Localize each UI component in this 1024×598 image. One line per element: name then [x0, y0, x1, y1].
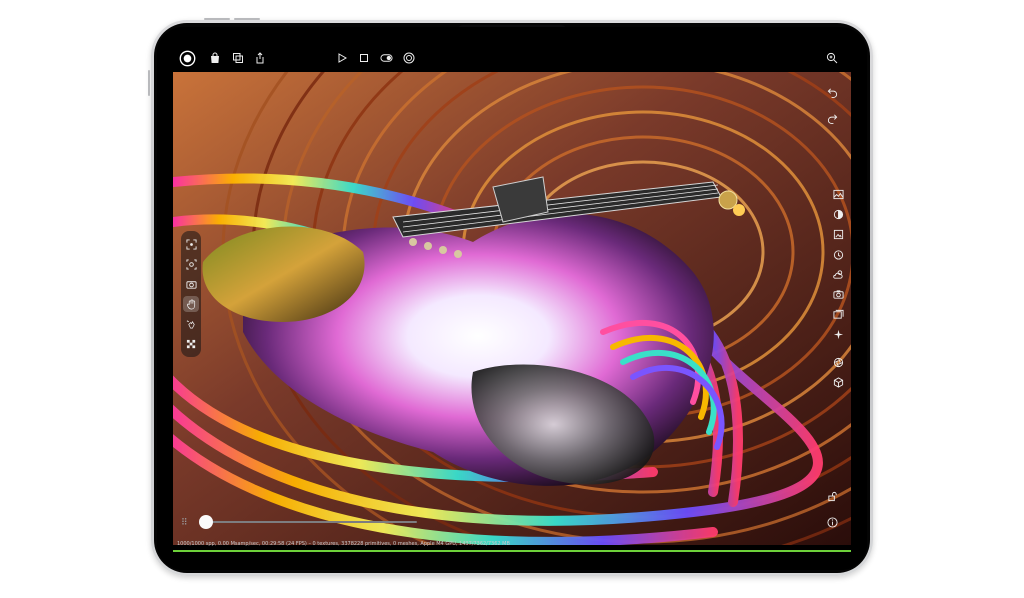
- target-icon[interactable]: [401, 50, 417, 66]
- screen: ⠿ 1000/1000 spp, 0.00 Msamp/sec, 00:29:5…: [157, 27, 867, 570]
- render-viewport[interactable]: [173, 72, 851, 545]
- cube-icon[interactable]: [830, 374, 846, 390]
- image-icon[interactable]: [830, 186, 846, 202]
- timeline-scrubber[interactable]: ⠿: [181, 514, 421, 530]
- toggle-icon[interactable]: [378, 50, 394, 66]
- frame-select-icon[interactable]: [183, 236, 199, 252]
- volume-button: [234, 18, 260, 20]
- focus-icon[interactable]: [183, 256, 199, 272]
- play-icon[interactable]: [334, 50, 350, 66]
- info-icon[interactable]: [824, 514, 840, 530]
- volume-button: [204, 18, 230, 20]
- stop-icon[interactable]: [356, 50, 372, 66]
- rendered-violin-artwork: [173, 72, 851, 545]
- record-button-icon[interactable]: [178, 49, 196, 67]
- power-button: [148, 70, 150, 96]
- zoom-icon[interactable]: [824, 50, 840, 66]
- right-tool-rail: [829, 184, 847, 392]
- left-tool-rail: [181, 231, 201, 357]
- timeline-knob[interactable]: [199, 515, 213, 529]
- timer-icon[interactable]: [830, 246, 846, 262]
- weather-icon[interactable]: [830, 266, 846, 282]
- bag-icon[interactable]: [207, 50, 223, 66]
- bottom-right-rail: [823, 486, 841, 532]
- gallery-icon[interactable]: [830, 306, 846, 322]
- sparkle-icon[interactable]: [830, 326, 846, 342]
- timeline-track[interactable]: [207, 521, 417, 523]
- aperture-icon[interactable]: [830, 354, 846, 370]
- checker-icon[interactable]: [183, 336, 199, 352]
- top-toolbar: [157, 27, 867, 72]
- share-icon[interactable]: [252, 50, 268, 66]
- render-status-text: 1000/1000 spp, 0.00 Msamp/sec, 00:29:58 …: [177, 541, 510, 547]
- duplicate-icon[interactable]: [230, 50, 246, 66]
- pan-icon[interactable]: [183, 316, 199, 332]
- history-rail: [823, 82, 841, 128]
- render-progress-bar: [173, 550, 851, 552]
- camera-icon[interactable]: [183, 276, 199, 292]
- lock-icon[interactable]: [824, 488, 840, 504]
- drag-handle-icon[interactable]: ⠿: [181, 517, 188, 528]
- redo-icon[interactable]: [824, 110, 840, 126]
- frame-icon[interactable]: [830, 226, 846, 242]
- camera-settings-icon[interactable]: [830, 286, 846, 302]
- hand-icon[interactable]: [183, 296, 199, 312]
- render-progress-fill: [173, 550, 851, 552]
- exposure-icon[interactable]: [830, 206, 846, 222]
- undo-icon[interactable]: [824, 84, 840, 100]
